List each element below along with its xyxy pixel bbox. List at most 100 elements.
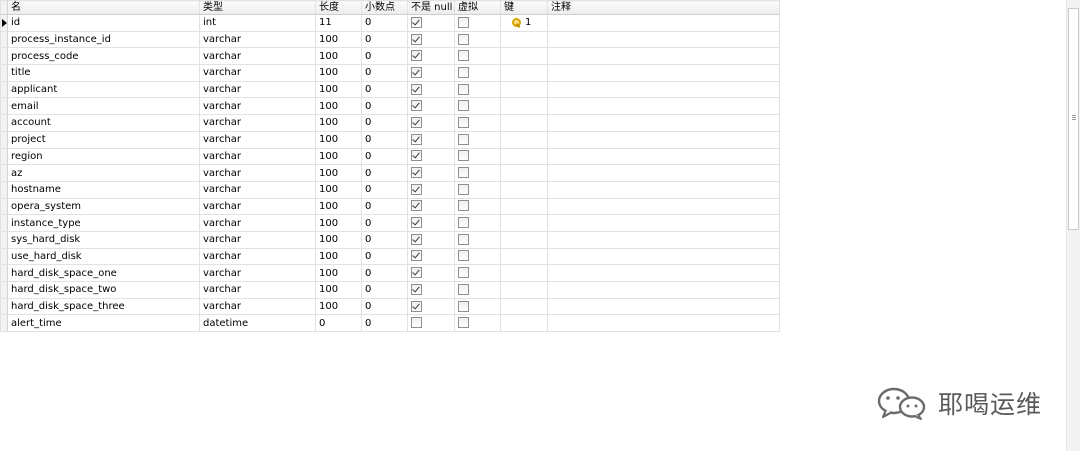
table-row[interactable]: instance_type varchar 100 0 [0, 214, 780, 232]
cell-comment[interactable] [547, 114, 780, 132]
cell-type[interactable]: varchar [199, 30, 316, 49]
table-row[interactable]: account varchar 100 0 [0, 114, 780, 132]
row-indicator[interactable] [0, 14, 8, 32]
vertical-scrollbar[interactable] [1066, 0, 1080, 451]
not-null-checkbox[interactable] [411, 133, 422, 145]
cell-name[interactable]: applicant [7, 80, 200, 99]
cell-name[interactable]: title [7, 64, 200, 82]
cell-name[interactable]: hostname [7, 180, 200, 199]
row-indicator[interactable] [0, 281, 8, 299]
cell-length[interactable]: 100 [315, 230, 362, 249]
cell-key[interactable] [500, 80, 548, 99]
cell-type[interactable]: varchar [199, 147, 316, 166]
cell-key[interactable] [500, 247, 548, 266]
cell-comment[interactable] [547, 80, 780, 99]
cell-name[interactable]: hard_disk_space_two [7, 281, 200, 299]
cell-comment[interactable] [547, 264, 780, 282]
cell-type[interactable]: varchar [199, 114, 316, 132]
not-null-checkbox[interactable] [411, 116, 422, 128]
row-indicator[interactable] [0, 47, 8, 66]
virtual-checkbox[interactable] [458, 200, 469, 212]
not-null-checkbox[interactable] [411, 233, 422, 245]
cell-key[interactable] [500, 264, 548, 282]
cell-key[interactable] [500, 164, 548, 182]
cell-comment[interactable] [547, 147, 780, 166]
table-row[interactable]: region varchar 100 0 [0, 147, 780, 166]
cell-key[interactable] [500, 130, 548, 149]
cell-length[interactable]: 100 [315, 214, 362, 232]
cell-decimal[interactable]: 0 [361, 214, 408, 232]
cell-decimal[interactable]: 0 [361, 47, 408, 66]
row-indicator[interactable] [0, 130, 8, 149]
cell-type[interactable]: varchar [199, 197, 316, 216]
not-null-checkbox[interactable] [411, 283, 422, 295]
cell-key[interactable] [500, 47, 548, 66]
cell-length[interactable]: 100 [315, 47, 362, 66]
cell-decimal[interactable]: 0 [361, 314, 408, 333]
cell-key[interactable] [500, 314, 548, 333]
cell-decimal[interactable]: 0 [361, 180, 408, 199]
cell-comment[interactable] [547, 214, 780, 232]
row-indicator[interactable] [0, 64, 8, 82]
cell-comment[interactable] [547, 281, 780, 299]
cell-key[interactable] [500, 214, 548, 232]
row-indicator[interactable] [0, 114, 8, 132]
table-row[interactable]: process_instance_id varchar 100 0 [0, 30, 780, 49]
cell-name[interactable]: id [7, 14, 200, 32]
virtual-checkbox[interactable] [458, 16, 469, 28]
cell-key[interactable] [500, 30, 548, 49]
cell-key[interactable] [500, 64, 548, 82]
row-indicator[interactable] [0, 97, 8, 116]
col-header-decimal[interactable]: 小数点 [361, 0, 408, 15]
virtual-checkbox[interactable] [458, 267, 469, 279]
row-indicator[interactable] [0, 147, 8, 166]
not-null-checkbox[interactable] [411, 300, 422, 312]
virtual-checkbox[interactable] [458, 250, 469, 262]
cell-key[interactable] [500, 180, 548, 199]
cell-comment[interactable] [547, 230, 780, 249]
cell-length[interactable]: 100 [315, 264, 362, 282]
virtual-checkbox[interactable] [458, 116, 469, 128]
cell-comment[interactable] [547, 297, 780, 316]
cell-decimal[interactable]: 0 [361, 80, 408, 99]
cell-type[interactable]: varchar [199, 97, 316, 116]
cell-length[interactable]: 100 [315, 247, 362, 266]
row-indicator[interactable] [0, 214, 8, 232]
cell-name[interactable]: sys_hard_disk [7, 230, 200, 249]
cell-decimal[interactable]: 0 [361, 64, 408, 82]
not-null-checkbox[interactable] [411, 100, 422, 112]
cell-name[interactable]: account [7, 114, 200, 132]
cell-name[interactable]: az [7, 164, 200, 182]
cell-type[interactable]: varchar [199, 80, 316, 99]
not-null-checkbox[interactable] [411, 66, 422, 78]
cell-length[interactable]: 0 [315, 314, 362, 333]
cell-comment[interactable] [547, 130, 780, 149]
cell-type[interactable]: varchar [199, 247, 316, 266]
cell-name[interactable]: email [7, 97, 200, 116]
cell-key[interactable] [500, 230, 548, 249]
cell-comment[interactable] [547, 197, 780, 216]
cell-length[interactable]: 100 [315, 64, 362, 82]
cell-key[interactable] [500, 197, 548, 216]
virtual-checkbox[interactable] [458, 133, 469, 145]
table-row[interactable]: hard_disk_space_two varchar 100 0 [0, 281, 780, 299]
cell-decimal[interactable]: 0 [361, 197, 408, 216]
cell-length[interactable]: 100 [315, 80, 362, 99]
cell-comment[interactable] [547, 180, 780, 199]
not-null-checkbox[interactable] [411, 317, 422, 329]
cell-key[interactable] [500, 147, 548, 166]
col-header-name[interactable]: 名 [7, 0, 200, 15]
row-indicator[interactable] [0, 247, 8, 266]
virtual-checkbox[interactable] [458, 300, 469, 312]
table-row[interactable]: hard_disk_space_one varchar 100 0 [0, 264, 780, 282]
cell-length[interactable]: 100 [315, 130, 362, 149]
cell-name[interactable]: process_instance_id [7, 30, 200, 49]
not-null-checkbox[interactable] [411, 33, 422, 45]
cell-type[interactable]: varchar [199, 164, 316, 182]
cell-type[interactable]: varchar [199, 281, 316, 299]
col-header-key[interactable]: 键 [500, 0, 548, 15]
not-null-checkbox[interactable] [411, 50, 422, 62]
virtual-checkbox[interactable] [458, 150, 469, 162]
table-row[interactable]: id int 11 0 1 [0, 14, 780, 32]
cell-decimal[interactable]: 0 [361, 114, 408, 132]
